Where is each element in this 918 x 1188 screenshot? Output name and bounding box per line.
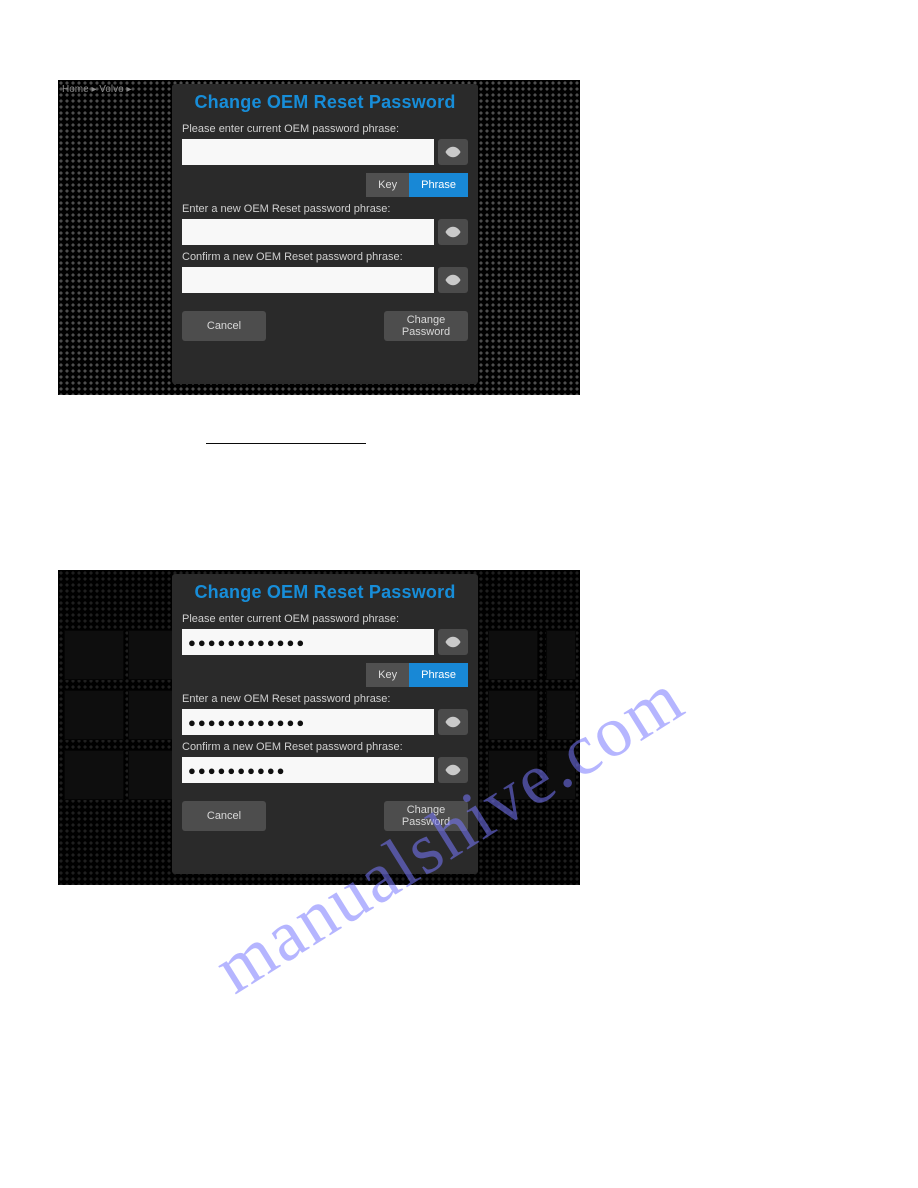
current-password-input[interactable] (182, 139, 434, 165)
key-tab[interactable]: Key (366, 663, 409, 687)
label-current-password: Please enter current OEM password phrase… (182, 123, 468, 135)
eye-icon[interactable] (438, 757, 468, 783)
eye-icon[interactable] (438, 709, 468, 735)
eye-icon[interactable] (438, 219, 468, 245)
eye-icon[interactable] (438, 267, 468, 293)
eye-icon[interactable] (438, 139, 468, 165)
change-password-button[interactable]: Change Password (384, 801, 468, 831)
phrase-tab[interactable]: Phrase (409, 173, 468, 197)
key-phrase-toggle: Key Phrase (182, 663, 468, 687)
current-password-input[interactable] (182, 629, 434, 655)
screenshot-1: Home ▸ Volvo ▸ Change OEM Reset Password… (58, 80, 580, 395)
new-password-input[interactable] (182, 709, 434, 735)
dialog-title: Change OEM Reset Password (182, 582, 468, 603)
change-password-dialog: Change OEM Reset Password Please enter c… (172, 574, 478, 874)
separator-line (206, 443, 366, 444)
label-new-password: Enter a new OEM Reset password phrase: (182, 203, 468, 215)
phrase-tab[interactable]: Phrase (409, 663, 468, 687)
label-new-password: Enter a new OEM Reset password phrase: (182, 693, 468, 705)
label-confirm-password: Confirm a new OEM Reset password phrase: (182, 251, 468, 263)
dialog-title: Change OEM Reset Password (182, 92, 468, 113)
label-current-password: Please enter current OEM password phrase… (182, 613, 468, 625)
label-confirm-password: Confirm a new OEM Reset password phrase: (182, 741, 468, 753)
confirm-password-input[interactable] (182, 267, 434, 293)
key-phrase-toggle: Key Phrase (182, 173, 468, 197)
change-password-button[interactable]: Change Password (384, 311, 468, 341)
confirm-password-input[interactable] (182, 757, 434, 783)
change-password-dialog: Change OEM Reset Password Please enter c… (172, 84, 478, 384)
new-password-input[interactable] (182, 219, 434, 245)
key-tab[interactable]: Key (366, 173, 409, 197)
cancel-button[interactable]: Cancel (182, 311, 266, 341)
screenshot-2: Change OEM Reset Password Please enter c… (58, 570, 580, 885)
eye-icon[interactable] (438, 629, 468, 655)
cancel-button[interactable]: Cancel (182, 801, 266, 831)
breadcrumb: Home ▸ Volvo ▸ (62, 84, 132, 95)
